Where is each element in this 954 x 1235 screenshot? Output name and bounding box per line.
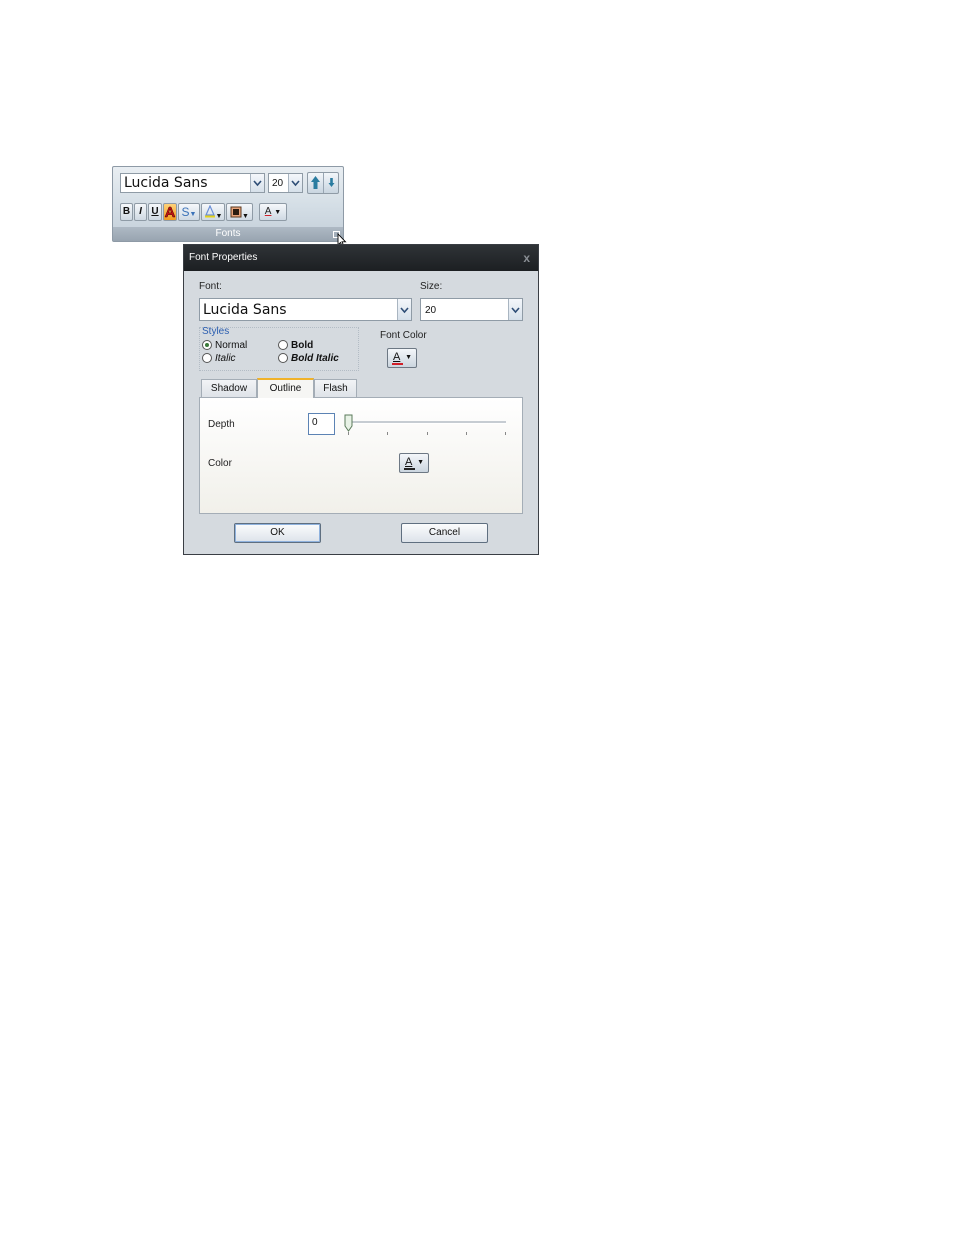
styles-group: Styles Normal Bold Italic Bold Italic: [199, 326, 359, 371]
depth-slider-track[interactable]: [347, 421, 506, 424]
bold-glyph: B: [122, 206, 131, 217]
ribbon-font-name-value: Lucida Sans: [124, 175, 208, 191]
dropdown-arrow-icon: ▼: [242, 213, 249, 220]
tab-outline[interactable]: Outline: [257, 378, 314, 398]
font-label: Font:: [199, 281, 222, 292]
highlight-color-button[interactable]: ▼: [201, 203, 225, 221]
cancel-button[interactable]: Cancel: [401, 523, 488, 543]
chevron-down-icon[interactable]: [508, 299, 522, 320]
shadow-style-button[interactable]: S▼: [178, 203, 200, 221]
ribbon-font-size-value: 20: [272, 178, 284, 189]
bold-button[interactable]: B: [120, 203, 133, 221]
highlighter-icon: [204, 204, 215, 218]
group-label: Fonts: [113, 227, 343, 241]
slider-tick: [427, 432, 428, 435]
grow-font-button[interactable]: [308, 173, 324, 193]
dropdown-arrow-icon: ▼: [189, 211, 197, 218]
dropdown-arrow-icon: ▼: [405, 354, 412, 361]
shrink-font-button[interactable]: [324, 173, 339, 193]
italic-glyph: I: [139, 206, 142, 217]
dropdown-arrow-icon: ▼: [417, 459, 424, 466]
slider-tick: [348, 432, 349, 435]
slider-tick: [505, 432, 506, 435]
ribbon-fonts-group: Lucida Sans 20 B I U S▼ ▼ ▼ A ▼ Fonts: [112, 166, 344, 242]
border-color-button[interactable]: ▼: [226, 203, 253, 221]
ribbon-grow-shrink-buttons: [307, 172, 339, 194]
radio-italic[interactable]: [202, 353, 212, 363]
font-color-glyph: A: [393, 351, 401, 363]
chevron-down-icon[interactable]: [397, 299, 411, 320]
depth-input[interactable]: 0: [308, 413, 335, 435]
italic-button[interactable]: I: [134, 203, 147, 221]
radio-normal-label: Normal: [215, 340, 248, 351]
depth-slider-thumb[interactable]: [344, 414, 353, 432]
border-icon: [230, 206, 242, 218]
radio-bold-label: Bold: [291, 340, 314, 351]
ribbon-font-size-combo[interactable]: 20: [268, 173, 303, 193]
outline-color-glyph: A: [405, 456, 413, 468]
text-effect-icon: [164, 206, 176, 218]
radio-italic-label: Italic: [215, 353, 236, 364]
tab-shadow-label: Shadow: [210, 383, 248, 394]
size-label: Size:: [420, 281, 443, 292]
dropdown-arrow-icon: ▼: [274, 209, 282, 216]
outline-color-swatch: [404, 468, 415, 470]
font-select-value: Lucida Sans: [203, 302, 287, 318]
chevron-down-icon[interactable]: [250, 174, 264, 192]
close-icon[interactable]: x: [523, 251, 530, 265]
underline-button[interactable]: U: [148, 203, 162, 221]
tab-shadow[interactable]: Shadow: [201, 379, 257, 398]
tab-flash[interactable]: Flash: [314, 379, 357, 398]
slider-tick: [387, 432, 388, 435]
font-color-label: Font Color: [380, 330, 427, 341]
dropdown-arrow-icon: ▼: [215, 213, 223, 220]
arrow-down-icon: [328, 178, 335, 187]
slider-tick: [466, 432, 467, 435]
font-color-swatch: [392, 363, 403, 365]
outline-tab-panel: Depth 0 Color A ▼: [199, 397, 523, 514]
dialog-titlebar[interactable]: Font Properties x: [184, 245, 538, 271]
font-color-button[interactable]: A ▼: [259, 203, 287, 221]
arrow-up-icon: [311, 176, 320, 189]
tab-outline-label: Outline: [269, 383, 302, 394]
size-select[interactable]: 20: [420, 298, 523, 321]
radio-bold-italic-label: Bold Italic: [291, 353, 339, 364]
ribbon-font-name-combo[interactable]: Lucida Sans: [120, 173, 265, 193]
tab-flash-label: Flash: [323, 383, 348, 394]
chevron-down-icon[interactable]: [288, 174, 302, 192]
radio-bold[interactable]: [278, 340, 288, 350]
size-select-value: 20: [425, 305, 437, 316]
outline-color-picker-button[interactable]: A ▼: [399, 453, 429, 473]
font-properties-dialog: Font Properties x Font: Size: Lucida San…: [183, 244, 539, 555]
font-color-picker-button[interactable]: A ▼: [387, 348, 417, 368]
radio-normal[interactable]: [202, 340, 212, 350]
dialog-title: Font Properties: [189, 252, 258, 263]
depth-label: Depth: [208, 419, 235, 430]
outline-color-label: Color: [208, 458, 232, 469]
strikethrough-glyph: S: [181, 205, 190, 219]
styles-legend: Styles: [202, 326, 230, 337]
underline-glyph: U: [151, 206, 159, 217]
radio-bold-italic[interactable]: [278, 353, 288, 363]
font-select[interactable]: Lucida Sans: [199, 298, 412, 321]
text-effect-button[interactable]: [163, 203, 177, 221]
ok-button[interactable]: OK: [234, 523, 321, 543]
font-color-glyph: A: [264, 206, 272, 217]
